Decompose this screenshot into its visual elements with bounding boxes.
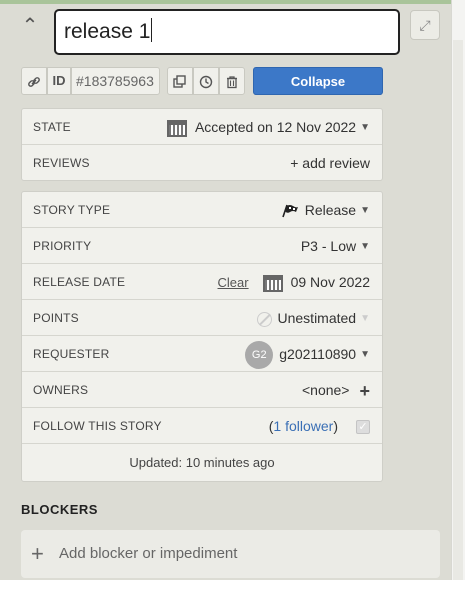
checkbox-icon[interactable]: ✓	[356, 420, 370, 435]
calendar-icon[interactable]	[262, 274, 283, 292]
state-text: Accepted on 12 Nov 2022	[194, 119, 357, 135]
requester-value: g202110890	[279, 346, 357, 362]
link-icon[interactable]	[21, 67, 47, 95]
blockers-heading: BLOCKERS	[21, 502, 98, 517]
release-date-row: RELEASE DATE Clear 09 Nov 2022	[22, 264, 382, 300]
add-blocker-label: Add blocker or impediment	[59, 545, 238, 562]
priority-row[interactable]: PRIORITY P3 - Low ▼	[22, 228, 382, 264]
unestimated-icon	[256, 311, 272, 327]
add-review-link[interactable]: + add review	[290, 145, 370, 181]
details-section: STORY TYPE Release ▼ PRIORITY P3 - Low ▼ R…	[21, 191, 383, 482]
story-type-row[interactable]: STORY TYPE Release ▼	[22, 192, 382, 228]
avatar: G2	[245, 341, 274, 370]
story-type-label: STORY TYPE	[33, 203, 111, 217]
state-row[interactable]: STATE Accepted on 12 Nov 2022 ▼	[22, 109, 382, 145]
trash-icon[interactable]	[219, 67, 245, 95]
points-select: Unestimated ▼	[256, 300, 370, 337]
history-icon[interactable]	[193, 67, 219, 95]
follow-suffix: )	[333, 418, 338, 434]
story-title-text: release 1	[64, 20, 151, 43]
story-title-input[interactable]: release 1	[54, 9, 400, 55]
follow-row: FOLLOW THIS STORY (1 follower) ✓	[22, 408, 382, 444]
dropdown-arrow-icon: ▼	[360, 122, 370, 134]
release-date-label: RELEASE DATE	[33, 275, 126, 289]
id-label: ID	[47, 67, 71, 95]
scrollbar-thumb[interactable]	[453, 40, 463, 580]
owners-label: OWNERS	[33, 383, 89, 397]
release-date-value-group: Clear 09 Nov 2022	[218, 264, 370, 301]
priority-value: P3 - Low	[300, 238, 357, 254]
follow-value-group: (1 follower) ✓	[269, 408, 370, 444]
priority-label: PRIORITY	[33, 239, 92, 253]
requester-select[interactable]: G2 g202110890 ▼	[245, 336, 370, 373]
plus-icon[interactable]: +	[359, 381, 370, 401]
followers-link[interactable]: 1 follower	[273, 418, 333, 434]
state-label: STATE	[33, 120, 71, 134]
requester-label: REQUESTER	[33, 347, 110, 361]
reviews-label: REVIEWS	[33, 156, 90, 170]
flag-icon	[281, 192, 299, 228]
owners-value: <none>	[301, 382, 350, 398]
release-date-value[interactable]: 09 Nov 2022	[291, 274, 370, 290]
updated-timestamp: Updated: 10 minutes ago	[129, 455, 275, 470]
collapse-button[interactable]: Collapse	[253, 67, 383, 95]
state-value[interactable]: Accepted on 12 Nov 2022 ▼	[166, 109, 370, 146]
state-section: STATE Accepted on 12 Nov 2022 ▼ REVIEWS +…	[21, 108, 383, 181]
plus-icon: +	[31, 541, 44, 566]
dropdown-arrow-icon: ▼	[360, 241, 370, 253]
add-blocker-button[interactable]: + Add blocker or impediment	[21, 530, 440, 578]
dropdown-arrow-icon: ▼	[360, 349, 370, 361]
calendar-icon	[166, 119, 187, 137]
copy-icon[interactable]	[167, 67, 193, 95]
points-label: POINTS	[33, 311, 79, 325]
follow-label: FOLLOW THIS STORY	[33, 419, 162, 433]
expand-icon[interactable]: ⤢	[410, 10, 440, 40]
points-row: POINTS Unestimated ▼	[22, 300, 382, 336]
owners-row: OWNERS <none> +	[22, 372, 382, 408]
owners-value-group: <none> +	[302, 372, 370, 409]
chevron-up-icon[interactable]: ⌃	[18, 14, 42, 38]
story-id-field[interactable]: #183785963	[71, 67, 160, 95]
dropdown-arrow-icon: ▼	[360, 313, 370, 325]
story-type-select[interactable]: Release ▼	[281, 192, 370, 229]
story-type-value: Release	[304, 202, 357, 218]
priority-select[interactable]: P3 - Low ▼	[301, 228, 370, 265]
points-value: Unestimated	[277, 310, 357, 326]
reviews-row: REVIEWS + add review	[22, 145, 382, 181]
dropdown-arrow-icon: ▼	[360, 205, 370, 217]
clear-date-link[interactable]: Clear	[218, 275, 249, 290]
requester-row[interactable]: REQUESTER G2 g202110890 ▼	[22, 336, 382, 372]
text-caret	[151, 18, 153, 43]
